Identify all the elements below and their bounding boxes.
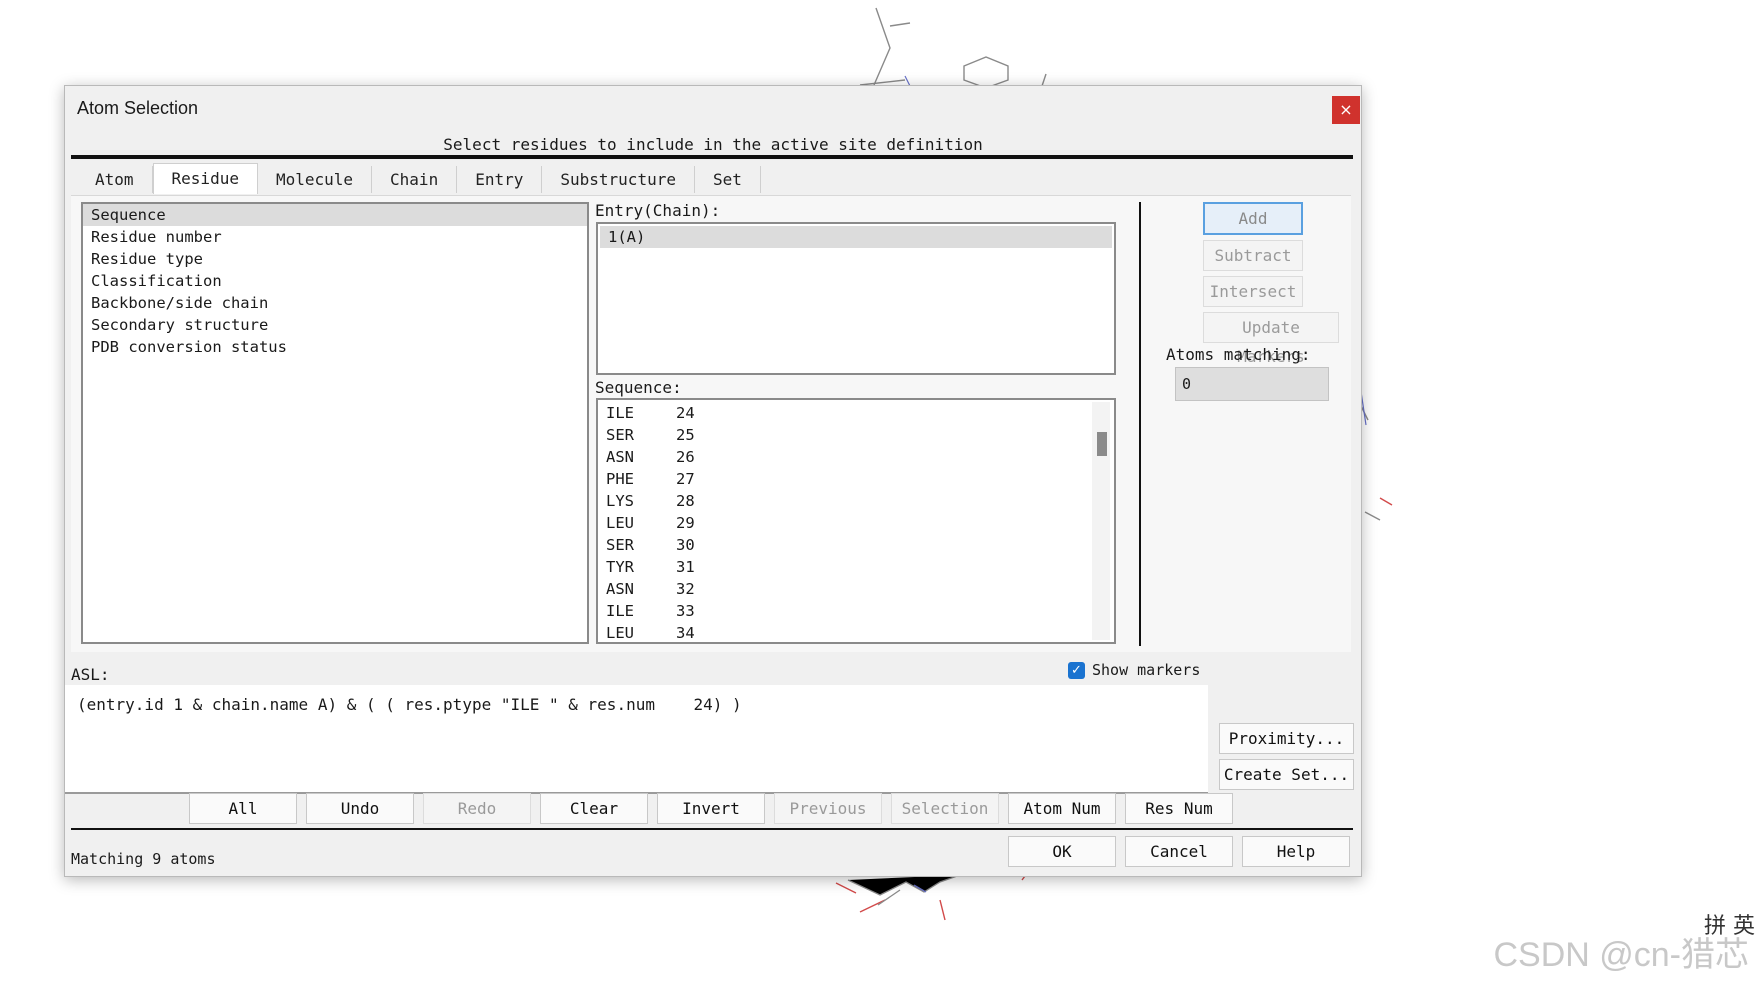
update-markers-button[interactable]: Update Markers — [1203, 312, 1339, 366]
sequence-row[interactable]: ILE 33 — [598, 600, 1114, 622]
entry-chain-item[interactable]: 1(A) — [600, 226, 1112, 248]
asl-label: ASL: — [71, 665, 110, 684]
close-icon: × — [1339, 100, 1353, 119]
atoms-matching-label: Atoms matching: — [1166, 345, 1311, 364]
show-markers-checkbox[interactable]: ✓ — [1068, 662, 1085, 679]
undo-button[interactable]: Undo — [306, 793, 414, 824]
invert-button[interactable]: Invert — [657, 793, 765, 824]
residue-number: 28 — [676, 492, 695, 510]
sequence-row[interactable]: SER 25 — [598, 424, 1114, 446]
criteria-item-classification[interactable]: Classification — [83, 270, 587, 292]
clear-button[interactable]: Clear — [540, 793, 648, 824]
residue-number: 24 — [676, 404, 695, 422]
tab-set[interactable]: Set — [694, 166, 761, 193]
proximity-button[interactable]: Proximity... — [1219, 723, 1354, 754]
dialog-title: Atom Selection — [77, 98, 199, 118]
residue-name: LEU — [606, 514, 634, 532]
criteria-list[interactable]: Sequence Residue number Residue type Cla… — [81, 202, 589, 644]
cancel-button[interactable]: Cancel — [1125, 836, 1233, 867]
previous-button[interactable]: Previous — [774, 793, 882, 824]
sequence-row[interactable]: ASN 32 — [598, 578, 1114, 600]
residue-name: ILE — [606, 602, 634, 620]
res-num-button[interactable]: Res Num — [1125, 793, 1233, 824]
sequence-row[interactable]: ILE 24 — [598, 402, 1114, 424]
instruction-text: Select residues to include in the active… — [443, 135, 983, 154]
all-button[interactable]: All — [189, 793, 297, 824]
atom-num-button[interactable]: Atom Num — [1008, 793, 1116, 824]
checkmark-icon: ✓ — [1071, 663, 1082, 678]
sequence-row[interactable]: LYS 28 — [598, 490, 1114, 512]
tab-atom[interactable]: Atom — [77, 166, 153, 193]
create-set-button[interactable]: Create Set... — [1219, 759, 1354, 790]
sequence-row[interactable]: LEU 34 — [598, 622, 1114, 642]
ok-button[interactable]: OK — [1008, 836, 1116, 867]
selection-button[interactable]: Selection — [891, 793, 999, 824]
residue-number: 34 — [676, 624, 695, 642]
atoms-matching-field: 0 — [1175, 367, 1329, 401]
residue-name: PHE — [606, 470, 634, 488]
panel-divider — [1139, 202, 1141, 646]
tab-entry[interactable]: Entry — [457, 166, 543, 193]
matching-status: Matching 9 atoms — [71, 850, 216, 868]
tab-chain[interactable]: Chain — [372, 166, 458, 193]
tab-bar: Atom Residue Molecule Chain Entry Substr… — [77, 163, 761, 194]
redo-button[interactable]: Redo — [423, 793, 531, 824]
close-button[interactable]: × — [1332, 96, 1360, 124]
residue-number: 26 — [676, 448, 695, 466]
residue-name: ASN — [606, 448, 634, 466]
scrollbar-thumb[interactable] — [1097, 432, 1107, 456]
sequence-scrollbar[interactable] — [1092, 402, 1110, 640]
sequence-row[interactable]: PHE 27 — [598, 468, 1114, 490]
subtract-button[interactable]: Subtract — [1203, 240, 1303, 271]
residue-number: 25 — [676, 426, 695, 444]
entry-chain-label: Entry(Chain): — [595, 201, 721, 220]
criteria-item-secondary-structure[interactable]: Secondary structure — [83, 314, 587, 336]
residue-name: SER — [606, 536, 634, 554]
asl-editor[interactable]: (entry.id 1 & chain.name A) & ( ( res.pt… — [65, 685, 1208, 794]
add-button[interactable]: Add — [1203, 202, 1303, 235]
sequence-row[interactable]: SER 30 — [598, 534, 1114, 556]
asl-expression: (entry.id 1 & chain.name A) & ( ( res.pt… — [77, 695, 742, 714]
residue-number: 30 — [676, 536, 695, 554]
tab-residue[interactable]: Residue — [152, 163, 258, 194]
footer-divider — [71, 828, 1353, 830]
show-markers-label: Show markers — [1092, 661, 1201, 679]
residue-number: 32 — [676, 580, 695, 598]
residue-name: LYS — [606, 492, 634, 510]
criteria-item-pdb-conversion[interactable]: PDB conversion status — [83, 336, 587, 358]
residue-number: 33 — [676, 602, 695, 620]
residue-name: TYR — [606, 558, 634, 576]
criteria-item-residue-type[interactable]: Residue type — [83, 248, 587, 270]
atom-selection-dialog: Atom Selection × Select residues to incl… — [64, 85, 1362, 877]
criteria-item-residue-number[interactable]: Residue number — [83, 226, 587, 248]
help-button[interactable]: Help — [1242, 836, 1350, 867]
sequence-row[interactable]: TYR 31 — [598, 556, 1114, 578]
residue-number: 27 — [676, 470, 695, 488]
sequence-list[interactable]: ILE 24 SER 25 ASN 26 PHE 27 LYS 28 LEU 29 SER 3… — [596, 398, 1116, 644]
tab-molecule[interactable]: Molecule — [257, 166, 373, 193]
residue-number: 29 — [676, 514, 695, 532]
criteria-item-sequence[interactable]: Sequence — [83, 204, 587, 226]
residue-number: 31 — [676, 558, 695, 576]
residue-name: SER — [606, 426, 634, 444]
title-bar[interactable]: Atom Selection × — [65, 86, 1361, 134]
residue-name: ASN — [606, 580, 634, 598]
intersect-button[interactable]: Intersect — [1203, 276, 1303, 307]
tab-substructure[interactable]: Substructure — [542, 166, 695, 193]
residue-name: LEU — [606, 624, 634, 642]
residue-name: ILE — [606, 404, 634, 422]
sequence-label: Sequence: — [595, 378, 682, 397]
criteria-item-backbone-side-chain[interactable]: Backbone/side chain — [83, 292, 587, 314]
sequence-row[interactable]: ASN 26 — [598, 446, 1114, 468]
sequence-row[interactable]: LEU 29 — [598, 512, 1114, 534]
entry-chain-list[interactable]: 1(A) — [596, 222, 1116, 375]
instruction-divider — [71, 157, 1353, 159]
watermark-text: CSDN @cn-猎芯 — [1493, 936, 1749, 974]
